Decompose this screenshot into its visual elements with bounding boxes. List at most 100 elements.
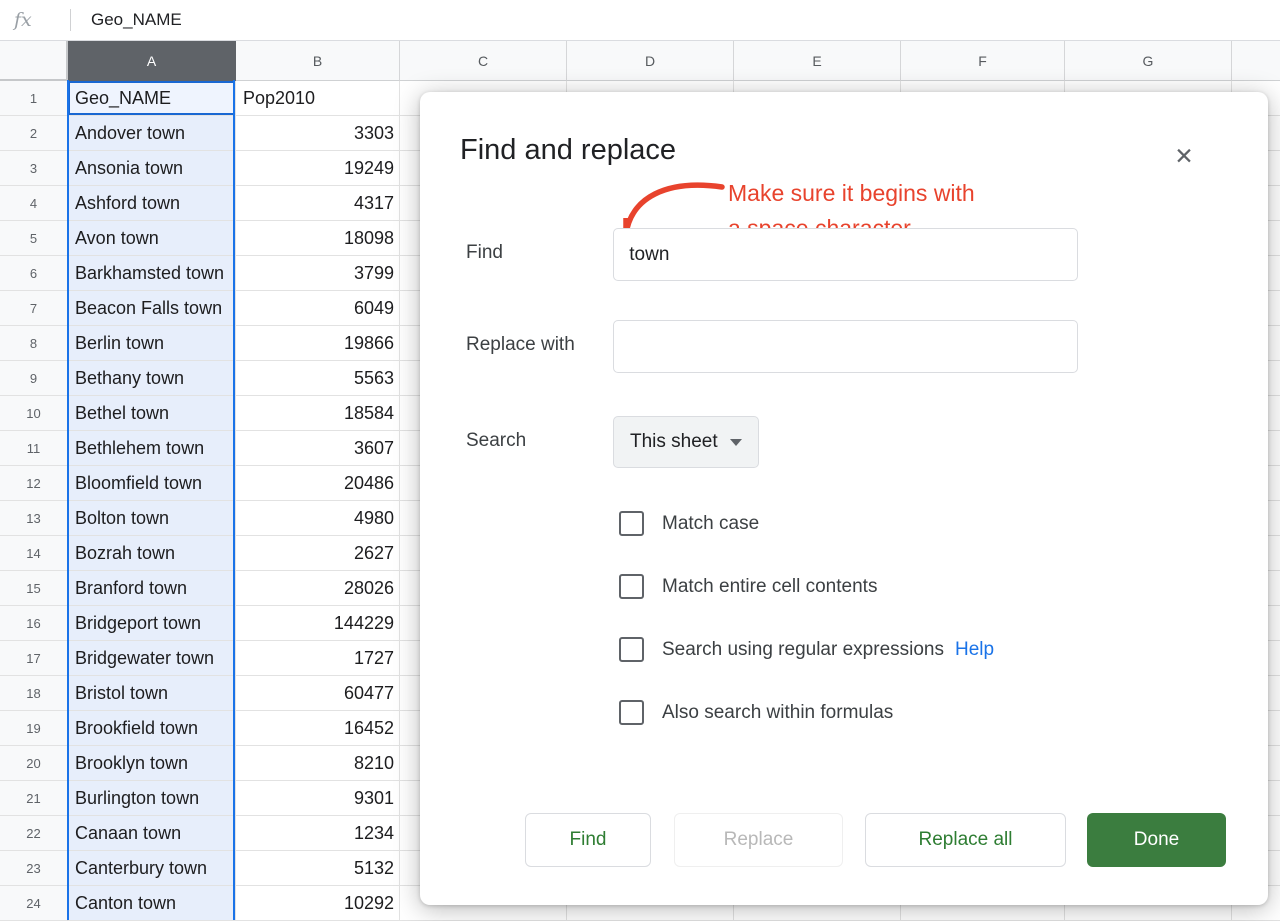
column-header[interactable]: D: [567, 41, 734, 81]
row-header[interactable]: 13: [0, 501, 68, 536]
cell-population[interactable]: 3607: [236, 431, 400, 466]
cell-town-name[interactable]: Canton town: [68, 886, 236, 921]
row-header[interactable]: 1: [0, 81, 68, 116]
cell-town-name[interactable]: Brooklyn town: [68, 746, 236, 781]
row-header[interactable]: 18: [0, 676, 68, 711]
cell-town-name[interactable]: Bloomfield town: [68, 466, 236, 501]
row-header[interactable]: 17: [0, 641, 68, 676]
cell-town-name[interactable]: Bridgeport town: [68, 606, 236, 641]
cell-population[interactable]: 5563: [236, 361, 400, 396]
cell-population[interactable]: 6049: [236, 291, 400, 326]
cell-population[interactable]: 2627: [236, 536, 400, 571]
cell-population[interactable]: 4980: [236, 501, 400, 536]
cell-town-name[interactable]: Ashford town: [68, 186, 236, 221]
row-header[interactable]: 3: [0, 151, 68, 186]
column-header[interactable]: F: [901, 41, 1065, 81]
checkbox[interactable]: [619, 637, 644, 662]
cell-population[interactable]: 9301: [236, 781, 400, 816]
checkbox[interactable]: [619, 574, 644, 599]
option-row: Match case: [619, 511, 994, 536]
cell-population[interactable]: 144229: [236, 606, 400, 641]
row-header[interactable]: 11: [0, 431, 68, 466]
cell-town-name[interactable]: Bethany town: [68, 361, 236, 396]
cell-population[interactable]: 1727: [236, 641, 400, 676]
cell-town-name[interactable]: Berlin town: [68, 326, 236, 361]
cell-population[interactable]: 18584: [236, 396, 400, 431]
checkbox[interactable]: [619, 511, 644, 536]
row-header[interactable]: 8: [0, 326, 68, 361]
cell-population[interactable]: 3799: [236, 256, 400, 291]
option-row: Search using regular expressions Help: [619, 637, 994, 662]
cell-town-name[interactable]: Branford town: [68, 571, 236, 606]
cell-population[interactable]: 19866: [236, 326, 400, 361]
cell-population[interactable]: 5132: [236, 851, 400, 886]
row-header[interactable]: 2: [0, 116, 68, 151]
replace-input[interactable]: [613, 320, 1078, 373]
cell-town-name[interactable]: Brookfield town: [68, 711, 236, 746]
replace-button[interactable]: Replace: [674, 813, 843, 867]
row-header[interactable]: 7: [0, 291, 68, 326]
cell-b1[interactable]: Pop2010: [236, 81, 400, 116]
row-header[interactable]: 19: [0, 711, 68, 746]
row-header[interactable]: 5: [0, 221, 68, 256]
select-all-corner[interactable]: [0, 41, 68, 81]
cell-town-name[interactable]: Andover town: [68, 116, 236, 151]
find-input[interactable]: [613, 228, 1078, 281]
replace-all-button[interactable]: Replace all: [865, 813, 1066, 867]
cell-town-name[interactable]: Beacon Falls town: [68, 291, 236, 326]
cell-town-name[interactable]: Bolton town: [68, 501, 236, 536]
search-scope-dropdown[interactable]: This sheet: [613, 416, 759, 468]
row-header[interactable]: 16: [0, 606, 68, 641]
cell-population[interactable]: 1234: [236, 816, 400, 851]
cell-town-name[interactable]: Bethlehem town: [68, 431, 236, 466]
row-header[interactable]: 9: [0, 361, 68, 396]
done-button[interactable]: Done: [1087, 813, 1226, 867]
row-header[interactable]: 20: [0, 746, 68, 781]
cell-population[interactable]: 8210: [236, 746, 400, 781]
cell-town-name[interactable]: Burlington town: [68, 781, 236, 816]
cell-population[interactable]: 28026: [236, 571, 400, 606]
cell-town-name[interactable]: Barkhamsted town: [68, 256, 236, 291]
cell-town-name[interactable]: Avon town: [68, 221, 236, 256]
cell-population[interactable]: 10292: [236, 886, 400, 921]
cell-town-name[interactable]: Bozrah town: [68, 536, 236, 571]
cell-town-name[interactable]: Bristol town: [68, 676, 236, 711]
column-header[interactable]: A: [68, 41, 236, 81]
row-header[interactable]: 24: [0, 886, 68, 921]
replace-with-label: Replace with: [466, 334, 575, 356]
column-header[interactable]: B: [236, 41, 400, 81]
cell-town-name[interactable]: Canterbury town: [68, 851, 236, 886]
cell-population[interactable]: 3303: [236, 116, 400, 151]
row-header[interactable]: 23: [0, 851, 68, 886]
cell-population[interactable]: 18098: [236, 221, 400, 256]
search-label: Search: [466, 430, 526, 452]
row-header[interactable]: 6: [0, 256, 68, 291]
row-header[interactable]: 10: [0, 396, 68, 431]
help-link[interactable]: Help: [955, 639, 994, 661]
cell-town-name[interactable]: Canaan town: [68, 816, 236, 851]
cell-population[interactable]: 16452: [236, 711, 400, 746]
search-scope-value: This sheet: [630, 431, 718, 453]
formula-input[interactable]: Geo_NAME: [71, 10, 182, 30]
column-header[interactable]: C: [400, 41, 567, 81]
row-header[interactable]: 22: [0, 816, 68, 851]
find-label: Find: [466, 242, 503, 264]
find-button[interactable]: Find: [525, 813, 651, 867]
close-icon[interactable]: ✕: [1166, 138, 1202, 174]
row-header[interactable]: 15: [0, 571, 68, 606]
cell-population[interactable]: 60477: [236, 676, 400, 711]
row-header[interactable]: 12: [0, 466, 68, 501]
row-header[interactable]: 4: [0, 186, 68, 221]
cell-town-name[interactable]: Bridgewater town: [68, 641, 236, 676]
column-header[interactable]: E: [734, 41, 901, 81]
cell-town-name[interactable]: Ansonia town: [68, 151, 236, 186]
row-header[interactable]: 21: [0, 781, 68, 816]
cell-population[interactable]: 20486: [236, 466, 400, 501]
column-header[interactable]: G: [1065, 41, 1232, 81]
row-header[interactable]: 14: [0, 536, 68, 571]
cell-population[interactable]: 4317: [236, 186, 400, 221]
cell-population[interactable]: 19249: [236, 151, 400, 186]
cell-a1-selected[interactable]: Geo_NAME: [68, 81, 236, 116]
cell-town-name[interactable]: Bethel town: [68, 396, 236, 431]
checkbox[interactable]: [619, 700, 644, 725]
